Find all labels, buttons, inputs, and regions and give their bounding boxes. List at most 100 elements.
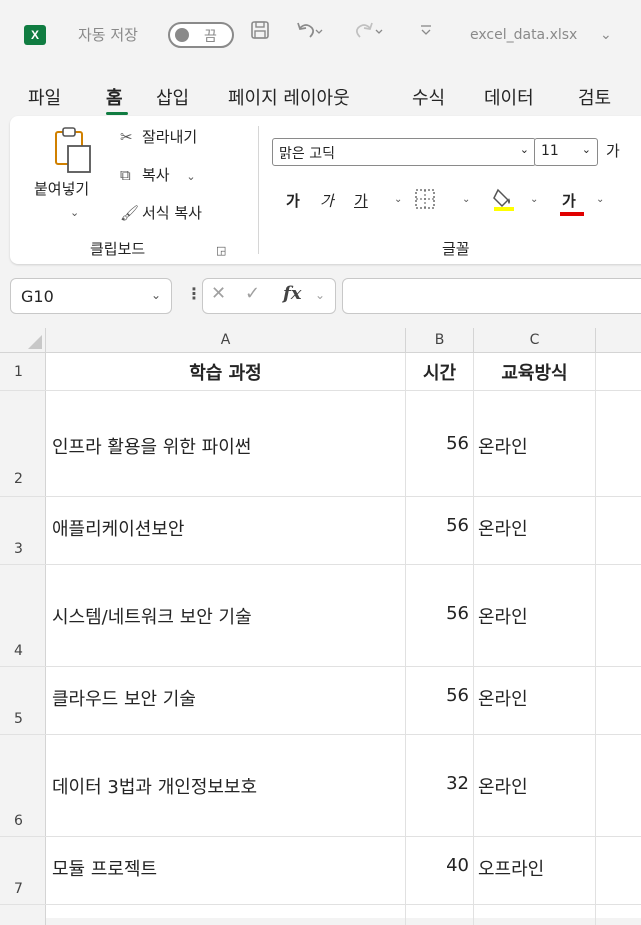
cell-hours[interactable]: 32 <box>406 735 474 836</box>
cell[interactable] <box>406 905 474 925</box>
cell[interactable] <box>596 837 641 904</box>
dialog-launcher-icon[interactable]: ◲ <box>216 244 226 257</box>
enter-icon[interactable]: ✓ <box>245 283 260 304</box>
cell[interactable] <box>596 735 641 836</box>
row-number[interactable]: 7 <box>0 837 46 904</box>
formula-actions: ✕ ✓ fx ⌄ <box>202 278 336 314</box>
customize-toolbar-icon[interactable] <box>420 24 432 40</box>
header-cell-mode[interactable]: 교육방식 <box>474 353 596 390</box>
column-header-b[interactable]: B <box>406 328 474 353</box>
row-number[interactable]: 2 <box>0 391 46 496</box>
chevron-down-icon[interactable]: ⌄ <box>600 27 612 43</box>
row-number[interactable]: 5 <box>0 667 46 734</box>
cell[interactable] <box>596 667 641 734</box>
save-icon[interactable] <box>250 20 270 45</box>
cell-hours[interactable]: 56 <box>406 391 474 496</box>
cell[interactable] <box>596 391 641 496</box>
chevron-down-icon: ⌄ <box>150 288 161 302</box>
table-row: 3 애플리케이션보안 56 온라인 <box>0 497 641 565</box>
chevron-down-icon[interactable]: ⌄ <box>394 194 402 205</box>
cell[interactable] <box>596 565 641 666</box>
bold-button[interactable]: 가 <box>286 190 300 211</box>
cell-mode[interactable]: 오프라인 <box>474 837 596 904</box>
chevron-down-icon[interactable]: ⌄ <box>186 170 195 183</box>
cut-button[interactable]: ✂ 잘라내기 <box>120 126 197 147</box>
chevron-down-icon[interactable]: ⌄ <box>596 194 604 205</box>
row-number[interactable] <box>0 905 46 925</box>
header-cell-course[interactable]: 학습 과정 <box>46 353 406 390</box>
chevron-down-icon[interactable]: ⌄ <box>462 194 470 205</box>
insert-function-button[interactable]: fx <box>283 283 301 304</box>
column-header-d[interactable] <box>596 328 641 353</box>
tab-data[interactable]: 데이터 <box>484 84 534 110</box>
cell[interactable] <box>474 905 596 925</box>
clipboard-group-label: 클립보드 <box>90 240 146 258</box>
cell-mode[interactable]: 온라인 <box>474 497 596 564</box>
italic-button[interactable]: 가 <box>320 190 334 211</box>
cell-course[interactable]: 애플리케이션보안 <box>46 497 406 564</box>
cell[interactable] <box>596 497 641 564</box>
cell-course[interactable]: 시스템/네트워크 보안 기술 <box>46 565 406 666</box>
redo-icon[interactable] <box>354 20 384 45</box>
chevron-down-icon[interactable]: ⌄ <box>315 288 325 302</box>
undo-icon[interactable] <box>294 20 324 45</box>
toggle-knob <box>175 28 189 42</box>
font-size-select[interactable]: 11 ⌄ <box>534 138 598 166</box>
ribbon-tabs: 파일 홈 삽입 페이지 레이아웃 수식 데이터 검토 <box>0 76 641 116</box>
tab-formulas[interactable]: 수식 <box>412 84 445 110</box>
title-bar: X 자동 저장 끔 excel_data.xlsx ⌄ <box>0 0 641 70</box>
cell-mode[interactable]: 온라인 <box>474 667 596 734</box>
select-all-button[interactable] <box>0 328 46 353</box>
copy-button[interactable]: ⧉ 복사 ⌄ <box>120 164 196 185</box>
cell-mode[interactable]: 온라인 <box>474 391 596 496</box>
table-row: 2 인프라 활용을 위한 파이썬 56 온라인 <box>0 391 641 497</box>
format-painter-button[interactable]: 🖌 서식 복사 <box>120 202 202 223</box>
column-header-c[interactable]: C <box>474 328 596 353</box>
cell-hours[interactable]: 56 <box>406 565 474 666</box>
font-name-select[interactable]: 맑은 고딕 ⌄ <box>272 138 536 166</box>
cell-mode[interactable]: 온라인 <box>474 735 596 836</box>
tab-home[interactable]: 홈 <box>106 84 123 110</box>
column-header-a[interactable]: A <box>46 328 406 353</box>
font-color-button[interactable]: 가 <box>560 190 584 216</box>
autosave-toggle[interactable]: 끔 <box>168 22 234 48</box>
cell-course[interactable]: 데이터 3법과 개인정보보호 <box>46 735 406 836</box>
paste-button[interactable]: 붙여넣기 <box>34 178 89 199</box>
row-number[interactable]: 1 <box>0 353 46 390</box>
row-number[interactable]: 3 <box>0 497 46 564</box>
tab-file[interactable]: 파일 <box>28 84 61 110</box>
tab-review[interactable]: 검토 <box>578 84 611 110</box>
chevron-down-icon[interactable]: ⌄ <box>530 194 538 205</box>
cell-course[interactable]: 클라우드 보안 기술 <box>46 667 406 734</box>
formula-input[interactable] <box>342 278 641 314</box>
cell[interactable] <box>596 353 641 390</box>
cell-hours[interactable]: 56 <box>406 497 474 564</box>
increase-font-size-button[interactable]: 가 <box>606 140 620 161</box>
font-color-swatch <box>560 212 584 216</box>
copy-icon: ⧉ <box>120 166 131 184</box>
underline-button[interactable]: 가 <box>354 190 368 211</box>
more-options-icon[interactable]: ⋮ <box>186 284 202 303</box>
tab-page-layout[interactable]: 페이지 레이아웃 <box>228 84 350 110</box>
cell[interactable] <box>596 905 641 925</box>
format-painter-icon: 🖌 <box>120 204 140 222</box>
cell-hours[interactable]: 56 <box>406 667 474 734</box>
cell[interactable] <box>46 905 406 925</box>
paste-icon[interactable] <box>54 126 94 174</box>
cell-course[interactable]: 모듈 프로젝트 <box>46 837 406 904</box>
chevron-down-icon[interactable]: ⌄ <box>70 206 79 219</box>
row-number[interactable]: 4 <box>0 565 46 666</box>
row-number[interactable]: 6 <box>0 735 46 836</box>
name-box[interactable]: G10 ⌄ <box>10 278 172 314</box>
header-cell-hours[interactable]: 시간 <box>406 353 474 390</box>
fill-color-icon[interactable] <box>492 186 516 216</box>
cell-hours[interactable]: 40 <box>406 837 474 904</box>
file-name[interactable]: excel_data.xlsx <box>470 27 577 43</box>
chevron-down-icon: ⌄ <box>581 143 591 156</box>
tab-insert[interactable]: 삽입 <box>156 84 189 110</box>
cancel-icon[interactable]: ✕ <box>211 283 226 304</box>
cell-course[interactable]: 인프라 활용을 위한 파이썬 <box>46 391 406 496</box>
cell-mode[interactable]: 온라인 <box>474 565 596 666</box>
borders-icon[interactable] <box>414 188 436 214</box>
group-separator <box>258 126 259 254</box>
